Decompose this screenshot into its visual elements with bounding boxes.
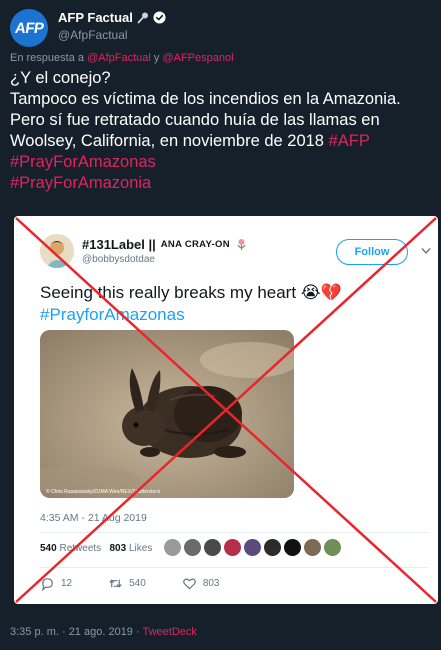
embedded-name-row: #131Label || ANA CRAY-ON: [82, 237, 248, 252]
embedded-display-name-suffix: ANA CRAY-ON: [160, 239, 230, 250]
burned-rabbit-photo[interactable]: © Chris Rusanowsky/ZUMA Wire/REX/Shutter…: [40, 330, 294, 498]
liker-avatars: [164, 539, 341, 556]
chevron-down-icon[interactable]: [421, 247, 431, 255]
divider: [40, 532, 428, 533]
microphone-icon: [137, 12, 148, 23]
divider: [40, 567, 428, 568]
embedded-handle[interactable]: @bobbysdotdae: [82, 254, 155, 265]
flower-icon: [237, 239, 246, 250]
author-name-row: AFP Factual: [58, 10, 166, 25]
retweet-icon: [109, 579, 122, 588]
embedded-tweet-text: Seeing this really breaks my heart 😭💔 #P…: [40, 282, 420, 326]
reply-icon: [41, 578, 53, 591]
tweet-timestamp[interactable]: 3:35 p. m. · 21 ago. 2019 ·: [10, 626, 143, 638]
reply-action[interactable]: 12: [40, 576, 72, 591]
photo-credit: © Chris Rusanowsky/ZUMA Wire/REX/Shutter…: [46, 489, 161, 495]
embedded-text: Seeing this really breaks my heart: [40, 283, 297, 302]
retweets-label: Retweets: [59, 543, 102, 554]
liker-avatar[interactable]: [224, 539, 241, 556]
liker-avatar[interactable]: [284, 539, 301, 556]
afp-avatar[interactable]: AFP: [10, 9, 48, 47]
embedded-tweet-screenshot[interactable]: #131Label || ANA CRAY-ON @bobbysdotdae F…: [14, 216, 438, 604]
embedded-display-name[interactable]: #131Label ||: [82, 237, 156, 252]
tweet-footer: 3:35 p. m. · 21 ago. 2019 · TweetDeck: [10, 626, 197, 638]
liker-avatar[interactable]: [184, 539, 201, 556]
reply-joiner: y: [153, 52, 160, 64]
reply-context: En respuesta a @AfpFactual y @AFPespanol: [10, 52, 234, 64]
liker-avatar[interactable]: [244, 539, 261, 556]
reply-mention-afpespanol[interactable]: @AFPespanol: [162, 52, 233, 64]
likes-label: Likes: [128, 543, 153, 554]
retweets-count[interactable]: 540: [40, 543, 57, 554]
embedded-text-line1: Seeing this really breaks my heart 😭💔: [40, 282, 420, 304]
hashtag-afp[interactable]: #AFP: [329, 132, 370, 150]
heart-icon: [182, 578, 196, 590]
embedded-timestamp[interactable]: 4:35 AM - 21 Aug 2019: [40, 512, 147, 524]
retweet-count: 540: [129, 578, 146, 589]
embedded-stats: 540 Retweets 803 Likes: [40, 543, 152, 554]
embedded-avatar-image: [40, 234, 74, 268]
tweet-header: AFP AFP Factual @AfpFactual: [10, 6, 431, 47]
broken-heart-emoji-icon: 💔: [320, 283, 342, 302]
likes-count[interactable]: 803: [110, 543, 127, 554]
liker-avatar[interactable]: [264, 539, 281, 556]
tweet-source-link[interactable]: TweetDeck: [143, 626, 197, 638]
embedded-action-bar: 12 540 803: [40, 576, 256, 591]
liker-avatar[interactable]: [304, 539, 321, 556]
author-handle[interactable]: @AfpFactual: [58, 28, 128, 42]
afp-avatar-text: AFP: [13, 19, 45, 37]
reply-prefix: En respuesta a: [10, 52, 84, 64]
like-action[interactable]: 803: [182, 576, 220, 591]
retweet-action[interactable]: 540: [108, 576, 146, 591]
embedded-avatar: [40, 234, 74, 268]
verified-icon: [153, 11, 166, 24]
follow-button[interactable]: Follow: [336, 239, 408, 265]
crying-emoji-icon: 😭: [300, 283, 321, 302]
tweet-text-line1: ¿Y el conejo?: [10, 69, 111, 87]
embedded-hashtag[interactable]: #PrayforAmazonas: [40, 305, 185, 324]
liker-avatar[interactable]: [164, 539, 181, 556]
hashtag-prayforamazonas[interactable]: #PrayForAmazonas: [10, 153, 156, 171]
reply-count: 12: [61, 578, 73, 589]
tweet-text-body: Tampoco es víctima de los incendios en l…: [10, 89, 430, 152]
like-count: 803: [202, 578, 220, 589]
liker-avatar[interactable]: [324, 539, 341, 556]
tweet-text: ¿Y el conejo? Tampoco es víctima de los …: [10, 68, 430, 194]
rabbit-image: [40, 330, 294, 498]
hashtag-prayforamazonia[interactable]: #PrayForAmazonia: [10, 174, 151, 192]
liker-avatar[interactable]: [204, 539, 221, 556]
reply-mention-afpfactual[interactable]: @AfpFactual: [87, 52, 151, 64]
author-display-name[interactable]: AFP Factual: [58, 10, 133, 25]
